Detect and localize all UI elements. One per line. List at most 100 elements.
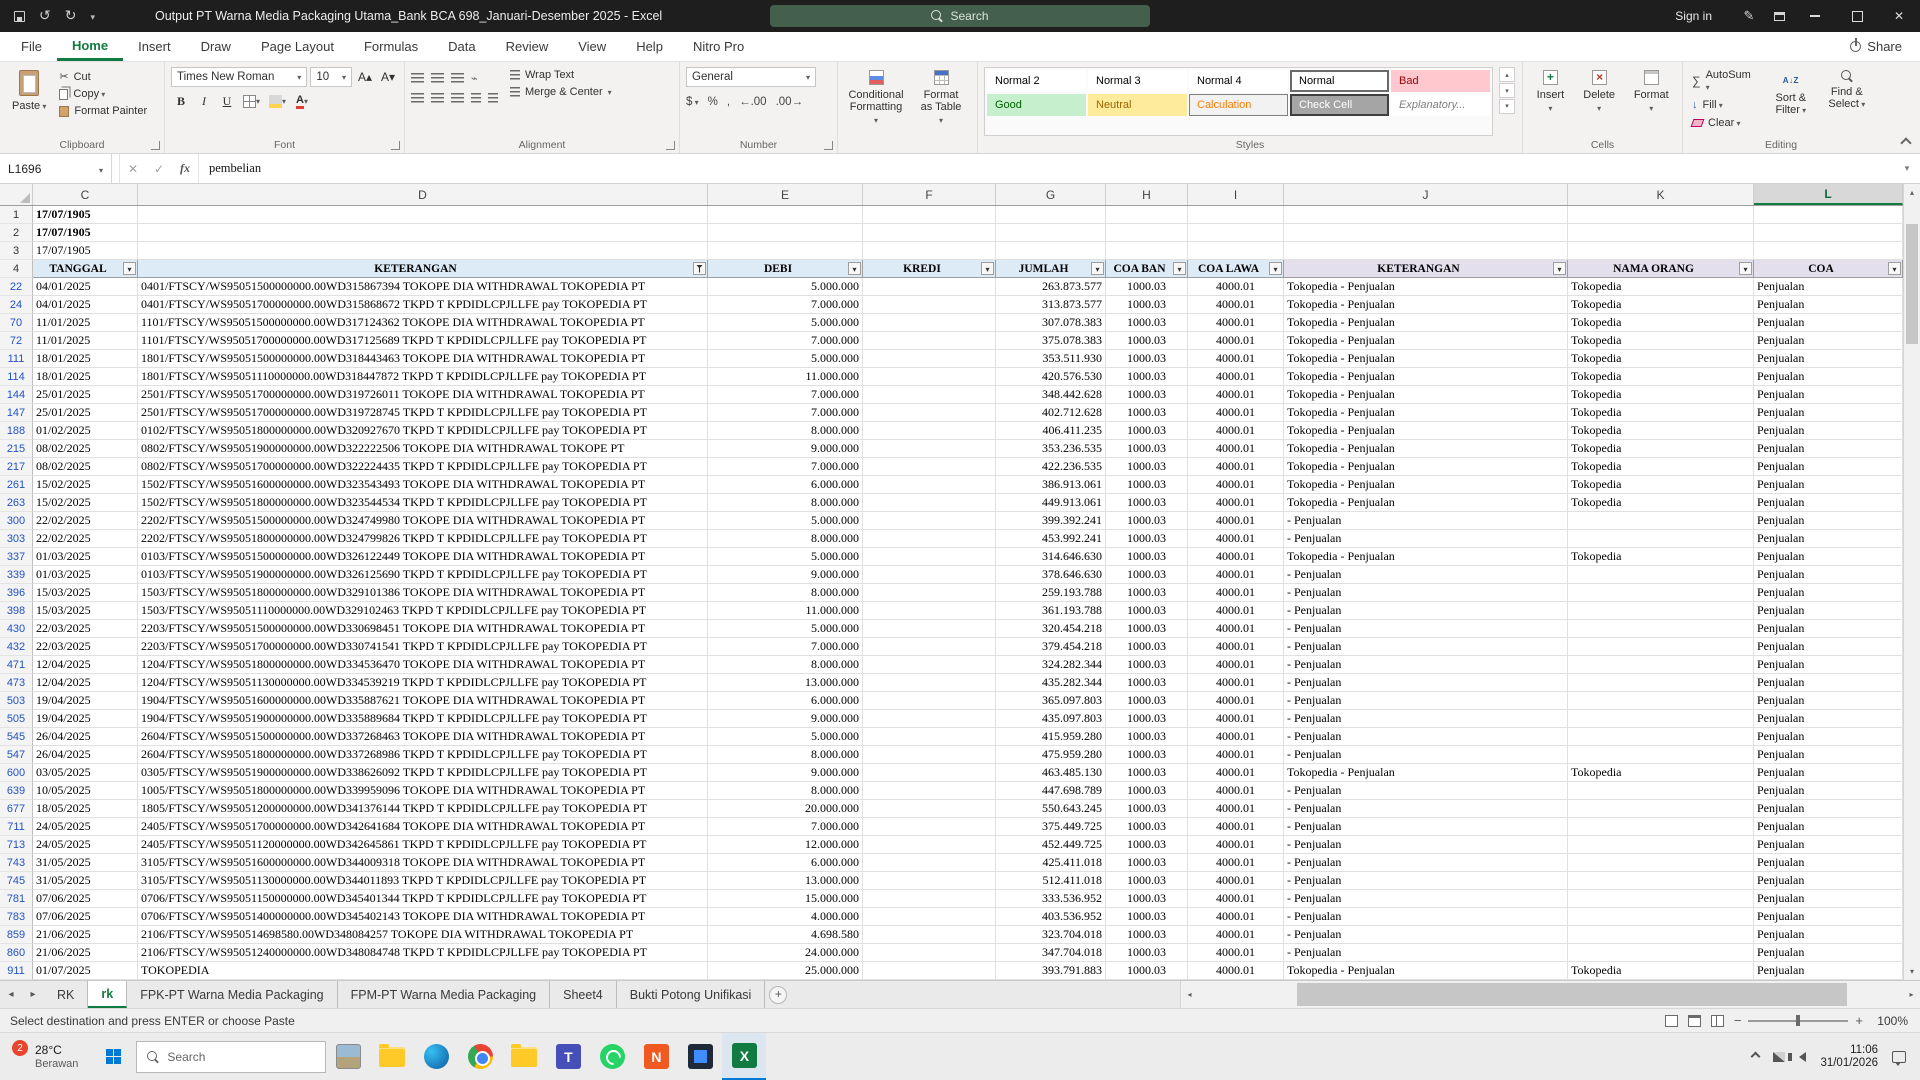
cell-k[interactable] [1568,602,1754,620]
column-header-j[interactable]: J [1284,184,1568,205]
cell-d[interactable]: 1503/FTSCY/WS95051110000000.00WD32910246… [138,602,708,620]
cell-g[interactable]: 463.485.130 [996,764,1106,782]
cell-c[interactable]: 17/07/1905 [33,242,138,260]
cell-g[interactable]: 422.236.535 [996,458,1106,476]
cell-i[interactable]: 4000.01 [1188,908,1284,926]
cell-d[interactable]: 3105/FTSCY/WS95051130000000.00WD34401189… [138,872,708,890]
cell-h[interactable] [1106,224,1188,242]
ribbon-tab-file[interactable]: File [6,32,57,61]
cell-d[interactable]: 0706/FTSCY/WS95051400000000.00WD34540214… [138,908,708,926]
cell-c[interactable]: 31/05/2025 [33,854,138,872]
cell-l[interactable]: Penjualan [1754,782,1903,800]
cell-j[interactable]: Tokopedia - Penjualan [1284,548,1568,566]
taskbar-icon-photo[interactable] [326,1033,370,1080]
cell-c[interactable]: 15/03/2025 [33,584,138,602]
cell-i[interactable]: 4000.01 [1188,638,1284,656]
cell-c[interactable]: 24/05/2025 [33,818,138,836]
cell-k[interactable] [1568,854,1754,872]
cell-i[interactable]: 4000.01 [1188,800,1284,818]
cell-e[interactable]: 8.000.000 [708,746,863,764]
filter-dropdown-icon[interactable] [1091,262,1104,275]
cell-g[interactable]: 449.913.061 [996,494,1106,512]
cell-l[interactable]: Penjualan [1754,620,1903,638]
cell-k[interactable] [1568,674,1754,692]
name-box[interactable]: L1696 [0,154,112,183]
cell-c[interactable]: 25/01/2025 [33,386,138,404]
cell-l[interactable]: Penjualan [1754,764,1903,782]
cell-g[interactable]: 361.193.788 [996,602,1106,620]
number-format-select[interactable]: General [686,67,816,87]
zoom-out-icon[interactable]: − [1734,1013,1742,1028]
cell-c[interactable]: 24/05/2025 [33,836,138,854]
row-number[interactable]: 22 [0,278,33,296]
cell-j[interactable]: - Penjualan [1284,674,1568,692]
cell-e[interactable]: 5.000.000 [708,314,863,332]
cell-i[interactable]: 4000.01 [1188,764,1284,782]
cell-i[interactable]: 4000.01 [1188,314,1284,332]
cell-d[interactable]: 0305/FTSCY/WS95051900000000.00WD33862609… [138,764,708,782]
taskbar-icon-photos[interactable] [678,1033,722,1080]
cell-h[interactable]: 1000.03 [1106,872,1188,890]
filter-dropdown-icon[interactable] [848,262,861,275]
vertical-scrollbar-thumb[interactable] [1906,224,1918,344]
cell-j[interactable]: Tokopedia - Penjualan [1284,440,1568,458]
decrease-decimal-icon[interactable]: .00→ [776,96,804,108]
cell-j[interactable]: Tokopedia - Penjualan [1284,350,1568,368]
row-number[interactable]: 430 [0,620,33,638]
row-number[interactable]: 471 [0,656,33,674]
cell-l[interactable]: Penjualan [1754,746,1903,764]
cell-i[interactable]: 4000.01 [1188,350,1284,368]
cell-g[interactable] [996,206,1106,224]
row-number[interactable]: 114 [0,368,33,386]
scroll-right-icon[interactable]: ▸ [1903,981,1920,1008]
cell-g[interactable]: 378.646.630 [996,566,1106,584]
row-number[interactable]: 600 [0,764,33,782]
filter-header-l[interactable]: COA [1754,260,1903,278]
filter-header-f[interactable]: KREDI [863,260,996,278]
cell-l[interactable]: Penjualan [1754,548,1903,566]
row-number[interactable]: 339 [0,566,33,584]
cell-k[interactable]: Tokopedia [1568,296,1754,314]
cell-g[interactable]: 399.392.241 [996,512,1106,530]
cell-f[interactable] [863,764,996,782]
cell-d[interactable] [138,206,708,224]
cell-f[interactable] [863,746,996,764]
row-number[interactable]: 860 [0,944,33,962]
cell-h[interactable]: 1000.03 [1106,746,1188,764]
cell-e[interactable] [708,224,863,242]
search-box[interactable]: Search [770,5,1150,27]
cell-l[interactable]: Penjualan [1754,350,1903,368]
cell-f[interactable] [863,782,996,800]
cell-c[interactable]: 22/03/2025 [33,638,138,656]
ribbon-tab-nitro-pro[interactable]: Nitro Pro [678,32,759,61]
style-chip-explanatory[interactable]: Explanatory... [1391,94,1490,116]
cell-k[interactable]: Tokopedia [1568,476,1754,494]
insert-cells-button[interactable]: Insert [1529,67,1572,136]
cell-k[interactable] [1568,620,1754,638]
cell-e[interactable]: 5.000.000 [708,350,863,368]
cell-e[interactable]: 5.000.000 [708,278,863,296]
cell-l[interactable]: Penjualan [1754,944,1903,962]
cell-j[interactable]: Tokopedia - Penjualan [1284,296,1568,314]
cell-g[interactable]: 348.442.628 [996,386,1106,404]
filter-header-h[interactable]: COA BAN [1106,260,1188,278]
cell-c[interactable]: 26/04/2025 [33,728,138,746]
row-number[interactable]: 70 [0,314,33,332]
cell-i[interactable]: 4000.01 [1188,404,1284,422]
cell-c[interactable]: 26/04/2025 [33,746,138,764]
row-number[interactable]: 432 [0,638,33,656]
column-header-d[interactable]: D [138,184,708,205]
cell-c[interactable]: 15/03/2025 [33,602,138,620]
taskbar-icon-whatsapp[interactable] [590,1033,634,1080]
filter-header-d[interactable]: KETERANGAN [138,260,708,278]
cell-e[interactable]: 6.000.000 [708,854,863,872]
cell-e[interactable]: 11.000.000 [708,368,863,386]
increase-indent-icon[interactable] [488,93,498,103]
cell-j[interactable]: - Penjualan [1284,710,1568,728]
sheet-tab-rk[interactable]: RK [44,981,89,1008]
cell-k[interactable] [1568,584,1754,602]
taskbar-icon-nitro[interactable]: N [634,1033,678,1080]
cell-k[interactable] [1568,512,1754,530]
row-number[interactable]: 503 [0,692,33,710]
cell-h[interactable]: 1000.03 [1106,386,1188,404]
